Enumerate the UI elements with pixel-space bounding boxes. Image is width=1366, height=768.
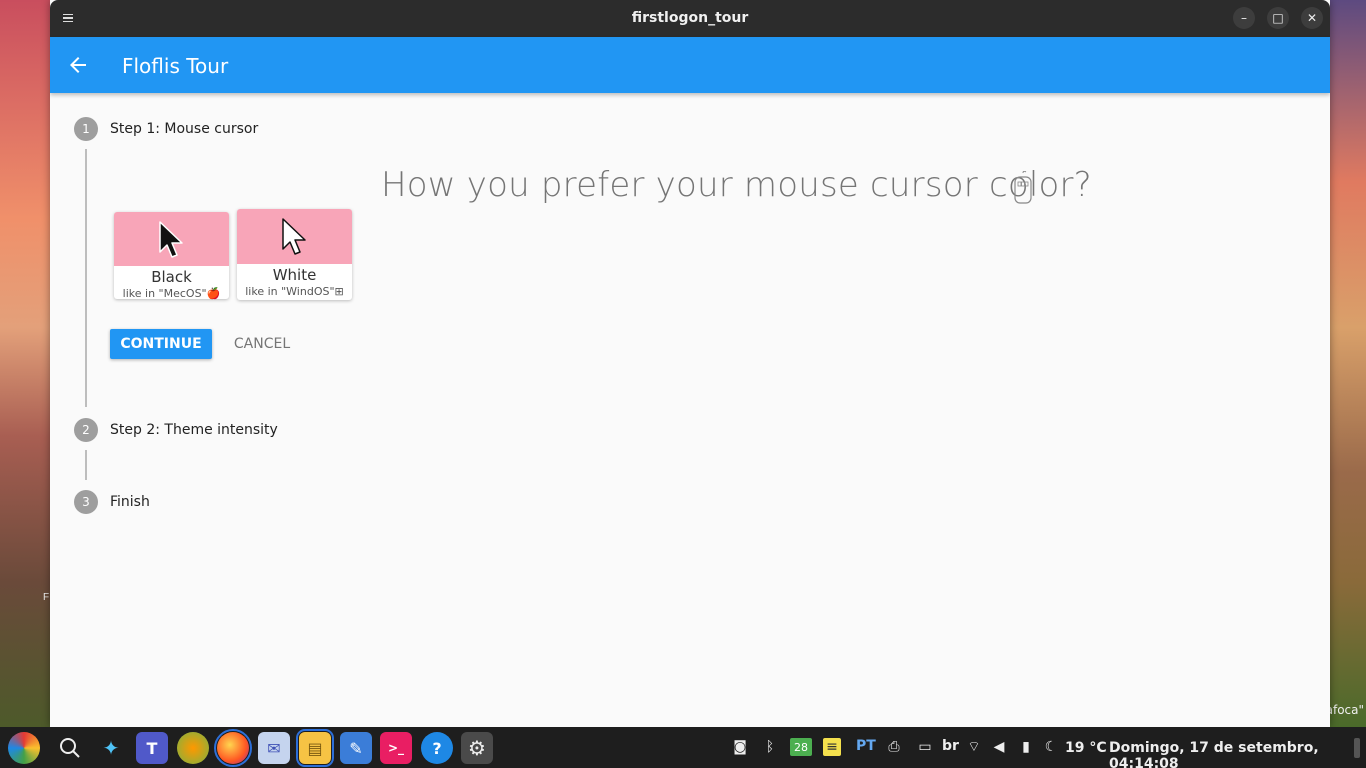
clock[interactable]: Domingo, 17 de setembro, 04:14:08	[1109, 740, 1366, 768]
step-connector	[85, 149, 87, 407]
help-icon[interactable]: ?	[421, 732, 453, 764]
close-icon[interactable]: ✕	[1301, 7, 1323, 29]
files-icon[interactable]: ▤	[296, 729, 334, 767]
search-icon[interactable]	[54, 732, 86, 764]
app-window: firstlogon_tour – □ ✕ Floflis Tour 1 Ste…	[50, 0, 1330, 727]
terminal-icon[interactable]: >_	[380, 732, 412, 764]
white-cursor-icon	[282, 218, 306, 255]
wifi-icon[interactable]: ⌔	[965, 738, 983, 756]
display-icon[interactable]: ▭	[916, 738, 934, 756]
window-titlebar[interactable]: firstlogon_tour – □ ✕	[50, 0, 1330, 37]
notes-icon[interactable]: ≡	[823, 738, 841, 756]
taskbar: ✦ T ✉ ▤ ✎ >_ ? ⚙ ◙ ᛒ 28 ≡ PT ⎙ ▭ br ⌔ ◀ …	[0, 727, 1366, 768]
keyboard-layout[interactable]: br	[942, 738, 959, 754]
bluetooth-icon[interactable]: ᛒ	[761, 738, 779, 756]
screenshot-icon[interactable]: ◙	[731, 738, 749, 756]
desktop-wallpaper-left	[0, 0, 50, 728]
wallpaper-caption: afoca"	[1325, 703, 1364, 717]
battery-icon[interactable]: ▮	[1017, 738, 1035, 756]
volume-icon[interactable]: ◀	[990, 738, 1008, 756]
cancel-button[interactable]: CANCEL	[222, 329, 302, 359]
option-subtitle: like in "MecOS"🍎	[122, 287, 221, 300]
mail-icon[interactable]: ✉	[258, 732, 290, 764]
cursor-option-black[interactable]: Black like in "MecOS"🍎	[114, 212, 229, 300]
genie-icon[interactable]: ✦	[95, 732, 127, 764]
step-1-label[interactable]: Step 1: Mouse cursor	[110, 121, 258, 137]
step-3-label[interactable]: Finish	[110, 494, 150, 510]
app-bar: Floflis Tour	[50, 37, 1330, 93]
cursor-option-white[interactable]: White like in "WindOS"⊞	[237, 209, 352, 300]
night-light-icon[interactable]: ☾	[1042, 738, 1060, 756]
step-2-label[interactable]: Step 2: Theme intensity	[110, 422, 278, 438]
desktop-wallpaper-right	[1330, 0, 1366, 728]
calendar-icon[interactable]: 28	[790, 738, 812, 756]
stepper: 1 Step 1: Mouse cursor How you prefer yo…	[50, 93, 1330, 727]
teams-icon[interactable]: T	[136, 732, 168, 764]
cursor-preview-black	[114, 212, 229, 266]
floflis-menu-icon[interactable]	[8, 732, 40, 764]
option-name: Black	[151, 268, 192, 286]
show-desktop-button[interactable]	[1354, 738, 1360, 758]
step-3-indicator[interactable]: 3	[74, 490, 98, 514]
maximize-icon[interactable]: □	[1267, 7, 1289, 29]
back-arrow-icon[interactable]	[66, 53, 90, 77]
minimize-icon[interactable]: –	[1233, 7, 1255, 29]
step-2-indicator[interactable]: 2	[74, 418, 98, 442]
app-title: Floflis Tour	[122, 54, 229, 78]
step-connector	[85, 450, 87, 480]
settings-icon[interactable]: ⚙	[461, 732, 493, 764]
printer-icon[interactable]: ⎙	[885, 738, 903, 756]
weather-temperature[interactable]: 19 °C	[1065, 740, 1107, 756]
mouse-icon	[1013, 170, 1033, 204]
step-1-indicator[interactable]: 1	[74, 117, 98, 141]
continue-button[interactable]: CONTINUE	[110, 329, 212, 359]
option-name: White	[272, 266, 317, 284]
desktop-label: F	[43, 592, 50, 603]
question-heading: How you prefer your mouse cursor color?	[381, 165, 1092, 205]
option-subtitle: like in "WindOS"⊞	[245, 285, 344, 298]
cursor-preview-white	[237, 209, 352, 264]
window-title: firstlogon_tour	[631, 10, 749, 26]
firefox-icon[interactable]	[214, 729, 252, 767]
planet-icon[interactable]	[177, 732, 209, 764]
black-cursor-icon	[159, 221, 183, 258]
editor-icon[interactable]: ✎	[340, 732, 372, 764]
language-indicator[interactable]: PT	[856, 738, 876, 754]
